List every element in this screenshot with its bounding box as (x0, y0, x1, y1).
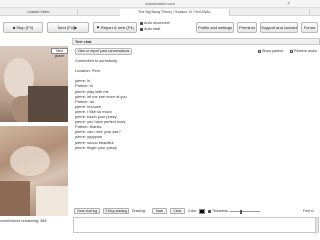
video-panel: Next picture connections remaining: 389 (0, 38, 70, 228)
view-report-button[interactable]: View or report past conversations (75, 48, 132, 55)
address-bar[interactable]: chaturbatrix.com × (0, 0, 320, 8)
tab-big-bang-theory[interactable]: The Big Bang Theory / Season 10 / ltvCAN… (120, 9, 230, 16)
premium-button[interactable]: Premium (237, 22, 257, 33)
chat-panel: Text chat View or report past conversati… (72, 38, 320, 240)
drawing-toolbar: Clear chat log ✎Stop drawing Drawing: Sa… (72, 207, 320, 216)
checkbox-icon (258, 49, 261, 53)
message-log: Connected to somebody Location: Peru pie… (75, 58, 315, 205)
color-label: Color: (188, 209, 198, 213)
close-icon[interactable]: × (287, 1, 290, 7)
clear-drawing-button[interactable]: Clear (170, 208, 185, 214)
video-shape (28, 86, 68, 122)
stop-button[interactable]: ■Stop (F3) (3, 22, 43, 33)
drawing-label: Drawing: (132, 209, 146, 213)
report-next-button[interactable]: ⚑Report & next (F4) (93, 22, 137, 33)
receive-audio-checkbox[interactable]: Receive audio (290, 49, 317, 54)
video-shape (36, 186, 68, 216)
chat-header: Text chat (72, 38, 320, 45)
stop-icon: ■ (12, 25, 16, 30)
address-text[interactable]: chaturbatrix.com (120, 1, 200, 7)
thickness-slider[interactable] (230, 209, 260, 214)
checkbox-icon (140, 27, 143, 31)
send-button[interactable] (315, 218, 318, 234)
checkbox-icon (140, 21, 143, 25)
save-drawing-button[interactable]: Save (152, 208, 167, 214)
tab-loaded-video[interactable]: Loaded Video (0, 9, 78, 16)
color-swatch[interactable] (199, 209, 205, 214)
clear-chat-log-button[interactable]: Clear chat log (74, 208, 100, 214)
show-partner-checkbox[interactable]: Show partner (258, 49, 283, 54)
video-shape (0, 181, 30, 216)
main-toolbar: ■Stop (F3) Next (F2)▶ ⚑Report & next (F4… (0, 17, 320, 38)
auto-reconnect-checkbox[interactable]: Auto reconnect (140, 21, 170, 26)
tab-bar: Loaded Video The Big Bang Theory / Seaso… (0, 8, 320, 16)
self-video (0, 126, 68, 216)
next-picture-button[interactable]: Next picture (51, 48, 68, 58)
next-button[interactable]: Next (F2)▶ (47, 22, 89, 33)
message-line: pierre: finger your pussy (75, 144, 117, 150)
chat-input[interactable] (73, 217, 319, 234)
next-arrow-icon: ▶ (74, 25, 78, 30)
auto-start-checkbox[interactable]: Auto start (140, 27, 160, 32)
font-size-label: Font si (303, 209, 314, 213)
report-icon: ⚑ (96, 25, 100, 30)
profile-settings-button[interactable]: Profile and settings (196, 22, 234, 33)
checkbox-icon (290, 49, 293, 53)
connections-remaining: connections remaining: 389 (0, 219, 47, 223)
stop-drawing-button[interactable]: ✎Stop drawing (103, 208, 129, 214)
forum-button[interactable]: Forum (301, 22, 318, 33)
thickness-checkbox[interactable]: Thickness: (208, 209, 229, 214)
tab-extra[interactable] (230, 9, 310, 16)
video-shape (10, 146, 50, 176)
slider-handle[interactable] (239, 209, 242, 214)
checkbox-icon (208, 209, 211, 213)
support-contacts-button[interactable]: Support and contacts (260, 22, 298, 33)
